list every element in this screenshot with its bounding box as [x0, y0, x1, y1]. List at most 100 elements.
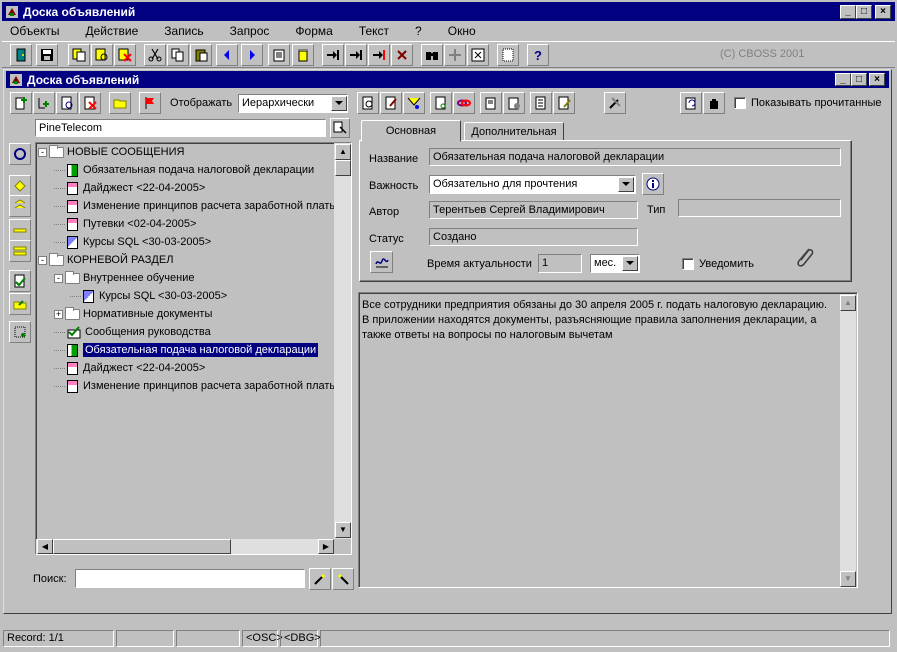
importance-dropdown-button[interactable] [618, 177, 634, 192]
grid-button[interactable] [497, 44, 519, 66]
actuality-input[interactable]: 1 [538, 254, 582, 273]
tree-item[interactable]: Курсы SQL <30-03-2005> [38, 287, 227, 305]
add-item-button[interactable] [10, 92, 32, 114]
menu-form[interactable]: Форма [295, 24, 332, 38]
name-field[interactable]: Обязательная подача налоговой декларации [429, 148, 841, 166]
type-field[interactable] [678, 199, 841, 217]
goto-cancel-button[interactable] [391, 44, 413, 66]
paste-button[interactable] [190, 44, 212, 66]
importance-select[interactable]: Обязательно для прочтения [429, 175, 636, 194]
tree-item[interactable]: + Нормативные документы [38, 305, 212, 323]
tree-scroll-thumb[interactable] [335, 160, 351, 176]
tree-vscrollbar[interactable] [334, 143, 351, 539]
help-button[interactable]: ? [527, 44, 549, 66]
body-scroll-up-button[interactable]: ▲ [840, 295, 856, 311]
app-titlebar[interactable]: Доска объявлений [2, 2, 895, 21]
menu-text[interactable]: Текст [359, 24, 389, 38]
display-mode-dropdown-button[interactable] [331, 96, 347, 111]
next-record-button[interactable] [241, 44, 263, 66]
side-mark-read-button[interactable] [9, 270, 31, 292]
add-subitem-button[interactable] [33, 92, 55, 114]
delete-record-button[interactable] [114, 44, 136, 66]
view-item-button[interactable] [56, 92, 78, 114]
binoculars-button[interactable] [421, 44, 443, 66]
tree-item[interactable]: Сообщения руководства [38, 323, 211, 341]
prev-record-button[interactable] [216, 44, 238, 66]
paperclip-icon[interactable] [793, 246, 815, 270]
app-close-button[interactable]: × [875, 5, 891, 19]
tree-item[interactable]: Обязательная подача налоговой декларации [38, 341, 319, 359]
tab-additional[interactable]: Дополнительная [464, 122, 564, 141]
menu-help[interactable]: ? [415, 24, 422, 38]
child-titlebar[interactable]: Доска объявлений [6, 71, 889, 88]
tree-item[interactable]: Дайджест <22-04-2005> [38, 179, 205, 197]
copy-button[interactable] [167, 44, 189, 66]
tree-scroll-down-button[interactable]: ▼ [335, 522, 351, 538]
tree-item[interactable]: Обязательная подача налоговой декларации [38, 161, 314, 179]
notify-checkbox[interactable] [682, 258, 694, 270]
body-scroll-down-button[interactable]: ▼ [840, 571, 856, 587]
tree-item[interactable]: Дайджест <22-04-2005> [38, 359, 205, 377]
side-collapse-all-button[interactable] [9, 240, 31, 262]
signature-button[interactable] [370, 251, 393, 273]
app-minimize-button[interactable]: _ [840, 5, 856, 19]
search-prev-button[interactable] [332, 568, 354, 590]
side-grid-button[interactable] [9, 321, 31, 343]
tree-item[interactable]: - КОРНЕВОЙ РАЗДЕЛ [38, 251, 173, 269]
cut-button[interactable] [144, 44, 166, 66]
tree-item[interactable]: Путевки <02-04-2005> [38, 215, 196, 233]
menu-query[interactable]: Запрос [230, 24, 270, 38]
side-expand-button[interactable] [9, 175, 31, 197]
menu-window[interactable]: Окно [448, 24, 476, 38]
collapse-toggle-icon[interactable]: - [54, 273, 63, 283]
tree-item[interactable]: Изменение принципов расчета заработной п… [38, 377, 334, 395]
tool6-button[interactable] [503, 92, 525, 114]
filter-input[interactable]: PineTelecom [35, 119, 326, 137]
tool1-button[interactable] [357, 92, 379, 114]
goto-next-button[interactable] [345, 44, 367, 66]
refresh-button[interactable] [680, 92, 702, 114]
side-collapse-button[interactable] [9, 219, 31, 241]
side-expand-all-button[interactable] [9, 195, 31, 217]
tool8-button[interactable] [553, 92, 575, 114]
formula-button[interactable] [467, 44, 489, 66]
show-read-checkbox[interactable] [734, 97, 746, 109]
tool7-button[interactable] [530, 92, 552, 114]
trash-button[interactable] [292, 44, 314, 66]
tool5-button[interactable] [480, 92, 502, 114]
goto-marked-button[interactable] [368, 44, 390, 66]
hand-button[interactable] [703, 92, 725, 114]
app-maximize-button[interactable]: □ [856, 5, 872, 19]
open-folder-button[interactable] [109, 92, 131, 114]
importance-info-button[interactable] [642, 173, 664, 195]
tool2-button[interactable] [380, 92, 402, 114]
side-open-button[interactable] [9, 293, 31, 315]
tool4-button[interactable] [430, 92, 452, 114]
status-field[interactable]: Создано [429, 228, 638, 246]
menu-objects[interactable]: Объекты [10, 24, 60, 38]
tree-item[interactable]: - Внутреннее обучение [38, 269, 195, 287]
tools-button[interactable] [604, 92, 626, 114]
expand-toggle-icon[interactable]: + [54, 309, 63, 319]
collapse-toggle-icon[interactable]: - [38, 255, 47, 265]
tree-item[interactable]: Курсы SQL <30-03-2005> [38, 233, 211, 251]
side-refresh-button[interactable] [9, 143, 31, 165]
tree-item[interactable]: - НОВЫЕ СООБЩЕНИЯ [38, 143, 184, 161]
delete-item-button[interactable] [79, 92, 101, 114]
tree-scroll-up-button[interactable]: ▲ [335, 144, 351, 160]
tab-basic[interactable]: Основная [361, 120, 461, 142]
child-maximize-button[interactable]: □ [851, 73, 867, 86]
copy-record-button[interactable] [68, 44, 90, 66]
find-record-button[interactable] [91, 44, 113, 66]
move-button[interactable] [444, 44, 466, 66]
search-input[interactable] [75, 569, 305, 588]
tree-scroll-right-button[interactable]: ▶ [318, 539, 334, 554]
search-next-button[interactable] [309, 568, 331, 590]
flag-button[interactable] [139, 92, 161, 114]
menu-record[interactable]: Запись [164, 24, 203, 38]
exit-button[interactable] [10, 44, 32, 66]
tool3-button[interactable] [403, 92, 425, 114]
menu-action[interactable]: Действие [86, 24, 139, 38]
actuality-unit-dropdown-button[interactable] [622, 256, 638, 271]
author-field[interactable]: Терентьев Сергей Владимирович [429, 201, 638, 219]
